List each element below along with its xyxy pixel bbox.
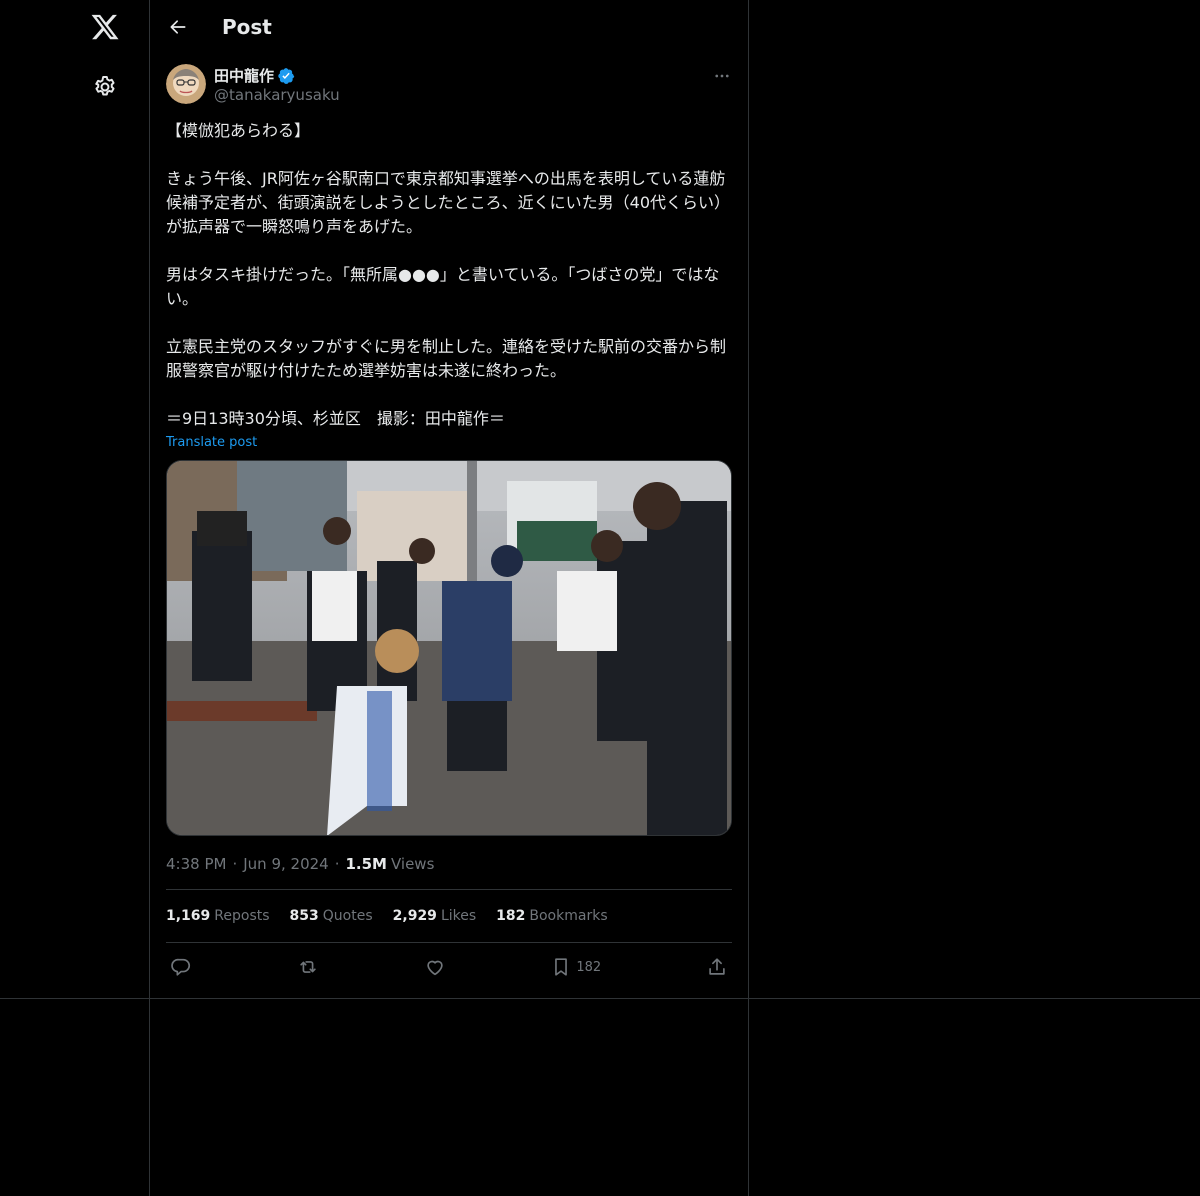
share-icon[interactable] — [706, 956, 728, 978]
views-count: 1.5M — [345, 855, 387, 873]
bookmark-count: 182 — [576, 959, 602, 975]
post-photo[interactable] — [166, 460, 732, 836]
meta-separator: · — [334, 855, 340, 873]
translate-post-link[interactable]: Translate post — [166, 435, 257, 450]
repost-icon[interactable] — [297, 956, 319, 978]
page-title: Post — [222, 14, 272, 39]
bookmarks-label: Bookmarks — [529, 908, 608, 924]
more-icon[interactable] — [712, 66, 732, 86]
avatar[interactable] — [166, 64, 206, 104]
post-date[interactable]: Jun 9, 2024 — [243, 855, 328, 873]
post-column: Post 田中龍作 @tanakaryusaku 【模倣犯あらわる】 きょう午後… — [150, 0, 748, 991]
post-meta: 4:38 PM · Jun 9, 2024 · 1.5M Views — [166, 854, 732, 874]
likes-label: Likes — [440, 908, 477, 924]
post-time[interactable]: 4:38 PM — [166, 855, 226, 873]
reply-icon[interactable] — [170, 956, 192, 978]
likes-stat[interactable]: 2,929 Likes — [393, 908, 477, 924]
horizontal-divider — [0, 998, 1200, 999]
quotes-stat[interactable]: 853 Quotes — [290, 908, 373, 924]
action-bar: 182 — [166, 943, 732, 991]
bookmark-button[interactable]: 182 — [550, 956, 601, 978]
likes-count: 2,929 — [392, 908, 437, 924]
author-row: 田中龍作 @tanakaryusaku — [150, 64, 748, 120]
reposts-stat[interactable]: 1,169 Reposts — [166, 908, 270, 924]
post-header: Post — [150, 0, 748, 53]
bookmarks-count: 182 — [496, 908, 526, 924]
back-arrow-icon[interactable] — [160, 9, 196, 45]
bookmarks-stat[interactable]: 182 Bookmarks — [496, 908, 607, 924]
x-logo-icon[interactable] — [90, 12, 120, 42]
views-label: Views — [390, 855, 435, 873]
left-rail — [0, 0, 150, 1196]
reposts-count: 1,169 — [166, 908, 211, 924]
verified-badge-icon — [277, 67, 295, 85]
quotes-count: 853 — [289, 908, 319, 924]
meta-separator: · — [232, 855, 238, 873]
post-text: 【模倣犯あらわる】 きょう午後、JR阿佐ヶ谷駅南口で東京都知事選挙への出馬を表明… — [166, 121, 731, 428]
author-name[interactable]: 田中龍作 — [214, 65, 274, 86]
author-name-row: 田中龍作 — [214, 65, 295, 86]
author-handle[interactable]: @tanakaryusaku — [214, 86, 340, 104]
gear-icon[interactable] — [92, 74, 118, 100]
like-icon[interactable] — [424, 956, 446, 978]
column-divider-right — [748, 0, 749, 1196]
quotes-label: Quotes — [322, 908, 373, 924]
engagement-stats: 1,169 Reposts 853 Quotes 2,929 Likes 182 Boo… — [166, 890, 732, 942]
reposts-label: Reposts — [214, 908, 270, 924]
bookmark-icon — [555, 958, 568, 976]
